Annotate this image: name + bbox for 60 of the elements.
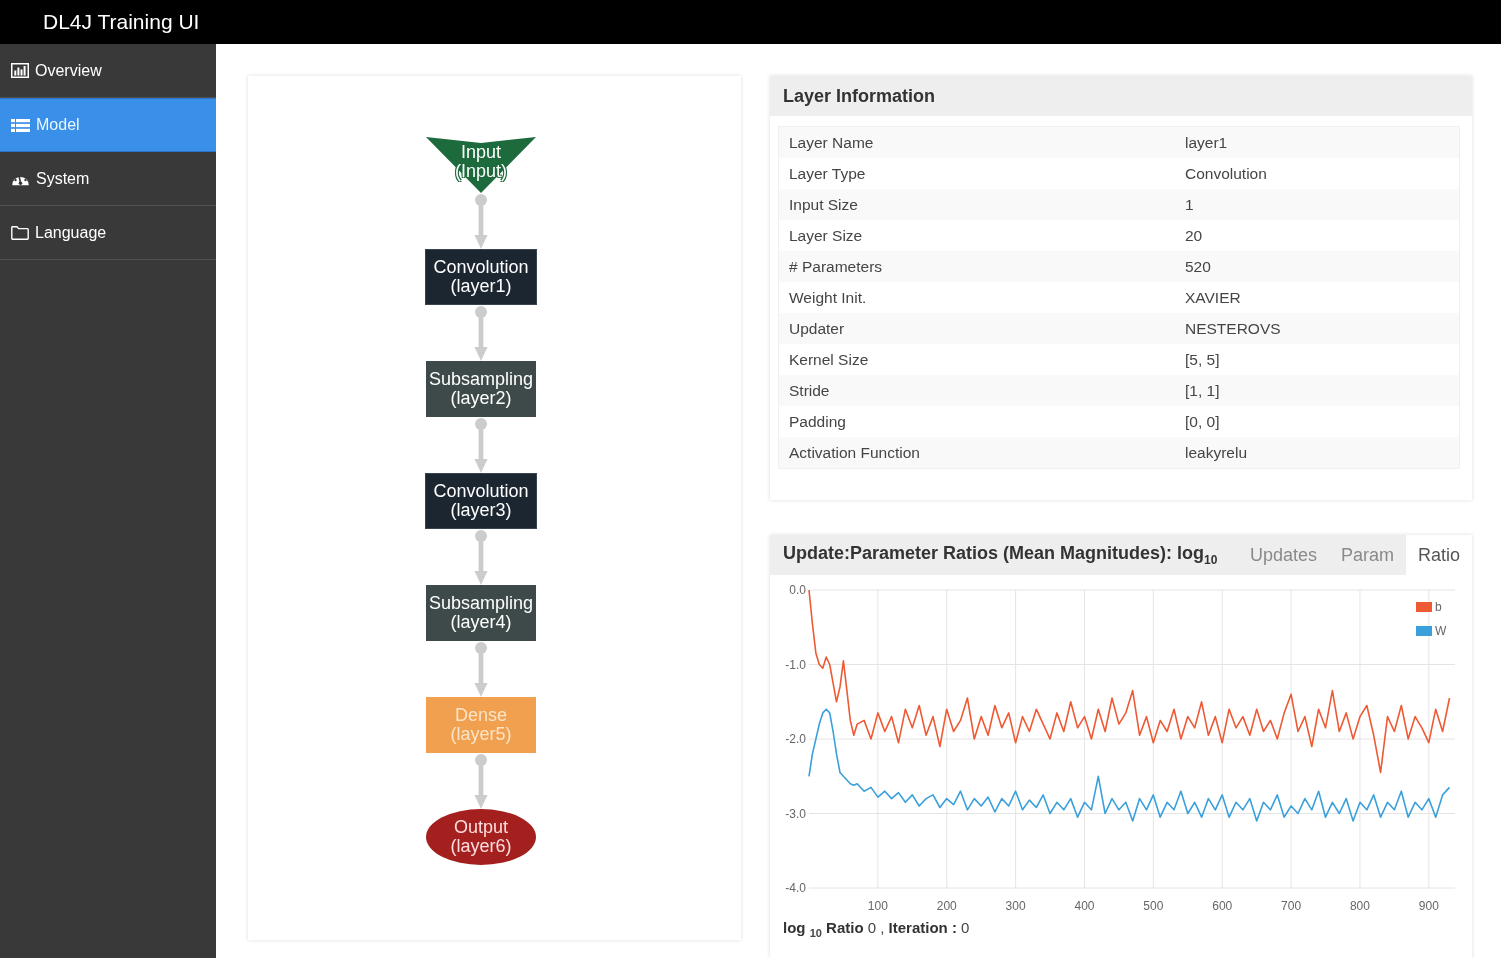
layer-node[interactable]: Subsampling (layer4) [426,585,536,641]
axis-tick-label: 800 [1349,899,1370,913]
property-label: Kernel Size [788,350,870,369]
axis-tick-label: -2.0 [785,732,806,746]
property-value: [0, 0] [1185,412,1220,431]
axis-tick-label: 100 [867,899,888,913]
property-value: layer1 [1185,133,1228,152]
tab[interactable]: Ratio [1405,535,1472,575]
property-value: 20 [1185,226,1203,245]
axis-tick-label: -4.0 [785,881,806,895]
layer-node[interactable]: Input (Input) [426,137,536,193]
property-label: # Parameters [788,257,884,276]
axis-tick-label: 200 [936,899,957,913]
edge-arrow [474,641,488,697]
legend-label: b [1435,600,1442,614]
bar-chart-icon [11,63,29,78]
app-title: DL4J Training UI [43,9,200,35]
property-label: Layer Type [788,164,867,183]
edge-arrow [474,529,488,585]
axis-tick-label: -1.0 [785,657,806,672]
property-label: Stride [788,381,831,400]
property-label: Padding [788,412,847,431]
edge-arrow [474,753,488,809]
panel-title: Layer Information [783,85,936,107]
edge-arrow [474,417,488,473]
legend-label: W [1435,624,1447,638]
panel-title: Update:Parameter Ratios (Mean Magnitudes): log$_{10}$ [782,543,1218,567]
layer-node[interactable]: Convolution (layer3) [425,473,537,529]
axis-tick-label: 700 [1281,899,1302,913]
property-label: Layer Name [788,133,875,152]
property-value: XAVIER [1185,288,1241,307]
property-value: [5, 5] [1185,350,1220,369]
axis-tick-label: 0.0 [789,583,806,597]
property-label: Weight Init. [788,288,868,307]
layer-node[interactable]: Output (layer6) [426,809,536,865]
property-label: Layer Size [788,226,864,245]
axis-tick-label: -3.0 [785,806,806,821]
property-label: Activation Function [788,443,921,462]
property-label: Input Size [788,195,859,214]
property-value: [1, 1] [1185,381,1220,400]
folder-icon [11,225,29,240]
sidebar-item[interactable]: System [0,152,216,206]
axis-tick-label: 500 [1143,899,1164,913]
property-value: 1 [1185,195,1194,214]
edge-arrow [474,305,488,361]
axis-tick-label: 600 [1212,899,1233,913]
layer-node[interactable]: Subsampling (layer2) [426,361,536,417]
edge-arrow [474,193,488,249]
layer-node[interactable]: Convolution (layer1) [425,249,537,305]
sidebar-item[interactable]: Language [0,206,216,260]
property-value: Convolution [1185,164,1267,183]
axis-tick-label: 900 [1418,899,1439,913]
axis-tick-label: 400 [1074,899,1095,913]
list-icon [11,118,30,132]
axis-tick-label: 300 [1005,899,1026,913]
property-label: Updater [788,319,846,338]
chart-readout: log $_{10}$ Ratio 0 , Iteration : 0 [782,918,970,941]
property-value: 520 [1185,257,1211,276]
property-value: NESTEROVS [1185,319,1281,338]
property-value: leakyrelu [1185,443,1248,462]
